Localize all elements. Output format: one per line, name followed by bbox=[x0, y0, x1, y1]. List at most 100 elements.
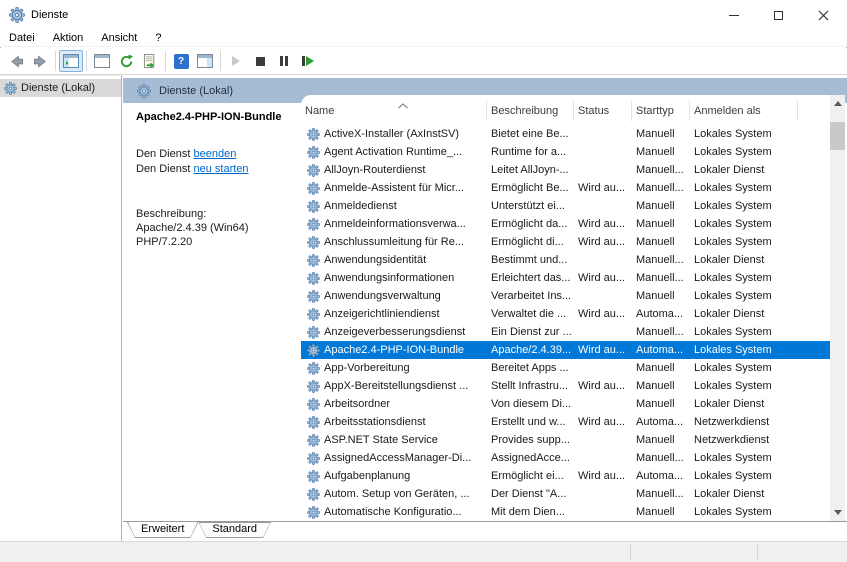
service-starttype: Automa... bbox=[632, 413, 690, 431]
column-header-anmelden-als[interactable]: Anmelden als bbox=[690, 101, 798, 121]
table-row[interactable]: Arbeitsordner Von diesem Di... Manuell L… bbox=[301, 395, 845, 413]
table-row[interactable]: Agent Activation Runtime_... Runtime for… bbox=[301, 143, 845, 161]
service-description: Verwaltet die ... bbox=[487, 305, 574, 323]
chevron-up-icon bbox=[834, 101, 842, 106]
scroll-down-button[interactable] bbox=[830, 504, 845, 521]
service-name-cell: Anschlussumleitung für Re... bbox=[301, 233, 487, 251]
restart-line-prefix: Den Dienst bbox=[136, 163, 193, 175]
scroll-up-button[interactable] bbox=[830, 95, 845, 112]
service-name: Anzeigeverbesserungsdienst bbox=[324, 323, 465, 341]
service-gear-icon bbox=[307, 326, 320, 339]
service-gear-icon bbox=[307, 380, 320, 393]
description-label: Beschreibung: bbox=[136, 207, 304, 221]
pane-header-label: Dienste (Lokal) bbox=[159, 85, 233, 97]
table-row[interactable]: AssignedAccessManager-Di... AssignedAcce… bbox=[301, 449, 845, 467]
table-row[interactable]: Anwendungsidentität Bestimmt und... Manu… bbox=[301, 251, 845, 269]
service-logon-as: Lokales System bbox=[690, 179, 798, 197]
service-description: Bietet eine Be... bbox=[487, 125, 574, 143]
service-status bbox=[574, 161, 632, 179]
service-starttype: Manuell... bbox=[632, 269, 690, 287]
stop-service-line: Den Dienst beenden bbox=[136, 147, 304, 162]
table-row[interactable]: ASP.NET State Service Provides supp... M… bbox=[301, 431, 845, 449]
service-gear-icon bbox=[307, 290, 320, 303]
service-starttype: Automa... bbox=[632, 341, 690, 359]
table-row[interactable]: Arbeitsstationsdienst Erstellt und w... … bbox=[301, 413, 845, 431]
maximize-button[interactable] bbox=[756, 1, 801, 29]
table-row[interactable]: Anschlussumleitung für Re... Ermöglicht … bbox=[301, 233, 845, 251]
service-name-cell: ASP.NET State Service bbox=[301, 431, 487, 449]
table-row[interactable]: Anzeigeverbesserungsdienst Ein Dienst zu… bbox=[301, 323, 845, 341]
table-row[interactable]: Anmelde-Assistent für Micr... Ermöglicht… bbox=[301, 179, 845, 197]
service-gear-icon bbox=[307, 434, 320, 447]
service-logon-as: Netzwerkdienst bbox=[690, 413, 798, 431]
column-header-label: Anmelden als bbox=[694, 105, 761, 117]
services-window: Dienste Datei Aktion Ansicht ? bbox=[0, 0, 847, 562]
table-row[interactable]: Autom. Setup von Geräten, ... Der Dienst… bbox=[301, 485, 845, 503]
service-name: Agent Activation Runtime_... bbox=[324, 143, 462, 161]
scrollbar-thumb[interactable] bbox=[830, 122, 845, 150]
show-action-pane-button[interactable] bbox=[193, 50, 217, 72]
menu-ansicht[interactable]: Ansicht bbox=[92, 31, 146, 46]
table-row[interactable]: Anmeldeinformationsverwa... Ermöglicht d… bbox=[301, 215, 845, 233]
play-icon bbox=[232, 56, 240, 66]
properties-button[interactable] bbox=[90, 50, 114, 72]
table-row[interactable]: AppX-Bereitstellungsdienst ... Stellt In… bbox=[301, 377, 845, 395]
show-console-tree-button[interactable] bbox=[59, 50, 83, 72]
column-header-label: Status bbox=[578, 105, 609, 117]
service-logon-as: Lokales System bbox=[690, 449, 798, 467]
toolbar-separator bbox=[165, 51, 166, 71]
minimize-button[interactable] bbox=[711, 1, 756, 29]
menu-datei[interactable]: Datei bbox=[9, 31, 44, 46]
column-header-name[interactable]: Name bbox=[301, 101, 487, 121]
service-logon-as: Lokaler Dienst bbox=[690, 395, 798, 413]
menu-aktion[interactable]: Aktion bbox=[44, 31, 93, 46]
column-header-starttyp[interactable]: Starttyp bbox=[632, 101, 690, 121]
table-row[interactable]: Anmeldedienst Unterstützt ei... Manuell … bbox=[301, 197, 845, 215]
column-header-status[interactable]: Status bbox=[574, 101, 632, 121]
tab-standard[interactable]: Standard bbox=[198, 522, 271, 538]
close-button[interactable] bbox=[801, 1, 846, 29]
service-gear-icon bbox=[137, 84, 151, 98]
service-gear-icon bbox=[307, 398, 320, 411]
menu-help[interactable]: ? bbox=[146, 31, 170, 46]
stop-service-button[interactable] bbox=[248, 50, 272, 72]
export-list-button[interactable] bbox=[138, 50, 162, 72]
table-row[interactable]: Anwendungsverwaltung Verarbeitet Ins... … bbox=[301, 287, 845, 305]
start-service-button[interactable] bbox=[224, 50, 248, 72]
service-status: Wird au... bbox=[574, 341, 632, 359]
table-row[interactable]: Anwendungsinformationen Erleichtert das.… bbox=[301, 269, 845, 287]
service-starttype: Manuell bbox=[632, 503, 690, 521]
service-description: Erstellt und w... bbox=[487, 413, 574, 431]
service-name-cell: Arbeitsordner bbox=[301, 395, 487, 413]
service-logon-as: Lokales System bbox=[690, 287, 798, 305]
help-button[interactable]: ? bbox=[169, 50, 193, 72]
restart-service-link[interactable]: neu starten bbox=[193, 163, 248, 175]
table-row[interactable]: AllJoyn-Routerdienst Leitet AllJoyn-... … bbox=[301, 161, 845, 179]
forward-button[interactable] bbox=[28, 50, 52, 72]
table-row[interactable]: Anzeigerichtliniendienst Verwaltet die .… bbox=[301, 305, 845, 323]
tab-erweitert[interactable]: Erweitert bbox=[127, 522, 198, 538]
refresh-button[interactable] bbox=[114, 50, 138, 72]
table-row[interactable]: Apache2.4-PHP-ION-Bundle Apache/2.4.39..… bbox=[301, 341, 845, 359]
table-row[interactable]: Aufgabenplanung Ermöglicht ei... Wird au… bbox=[301, 467, 845, 485]
column-header-beschreibung[interactable]: Beschreibung bbox=[487, 101, 574, 121]
service-status bbox=[574, 359, 632, 377]
service-status: Wird au... bbox=[574, 233, 632, 251]
service-gear-icon bbox=[307, 182, 320, 195]
restart-icon bbox=[302, 56, 314, 66]
service-logon-as: Lokales System bbox=[690, 377, 798, 395]
stop-service-link[interactable]: beenden bbox=[193, 148, 236, 160]
vertical-scrollbar[interactable] bbox=[830, 95, 845, 521]
service-description-block: Beschreibung: Apache/2.4.39 (Win64) PHP/… bbox=[136, 207, 304, 249]
service-name: Arbeitsstationsdienst bbox=[324, 413, 426, 431]
table-row[interactable]: Automatische Konfiguratio... Mit dem Die… bbox=[301, 503, 845, 521]
back-button[interactable] bbox=[4, 50, 28, 72]
service-starttype: Manuell bbox=[632, 395, 690, 413]
table-row[interactable]: ActiveX-Installer (AxInstSV) Bietet eine… bbox=[301, 125, 845, 143]
tree-item-dienste-lokal[interactable]: Dienste (Lokal) bbox=[0, 79, 121, 97]
pause-service-button[interactable] bbox=[272, 50, 296, 72]
restart-service-button[interactable] bbox=[296, 50, 320, 72]
service-gear-icon bbox=[307, 452, 320, 465]
title-bar: Dienste bbox=[0, 0, 847, 30]
table-row[interactable]: App-Vorbereitung Bereitet Apps ... Manue… bbox=[301, 359, 845, 377]
